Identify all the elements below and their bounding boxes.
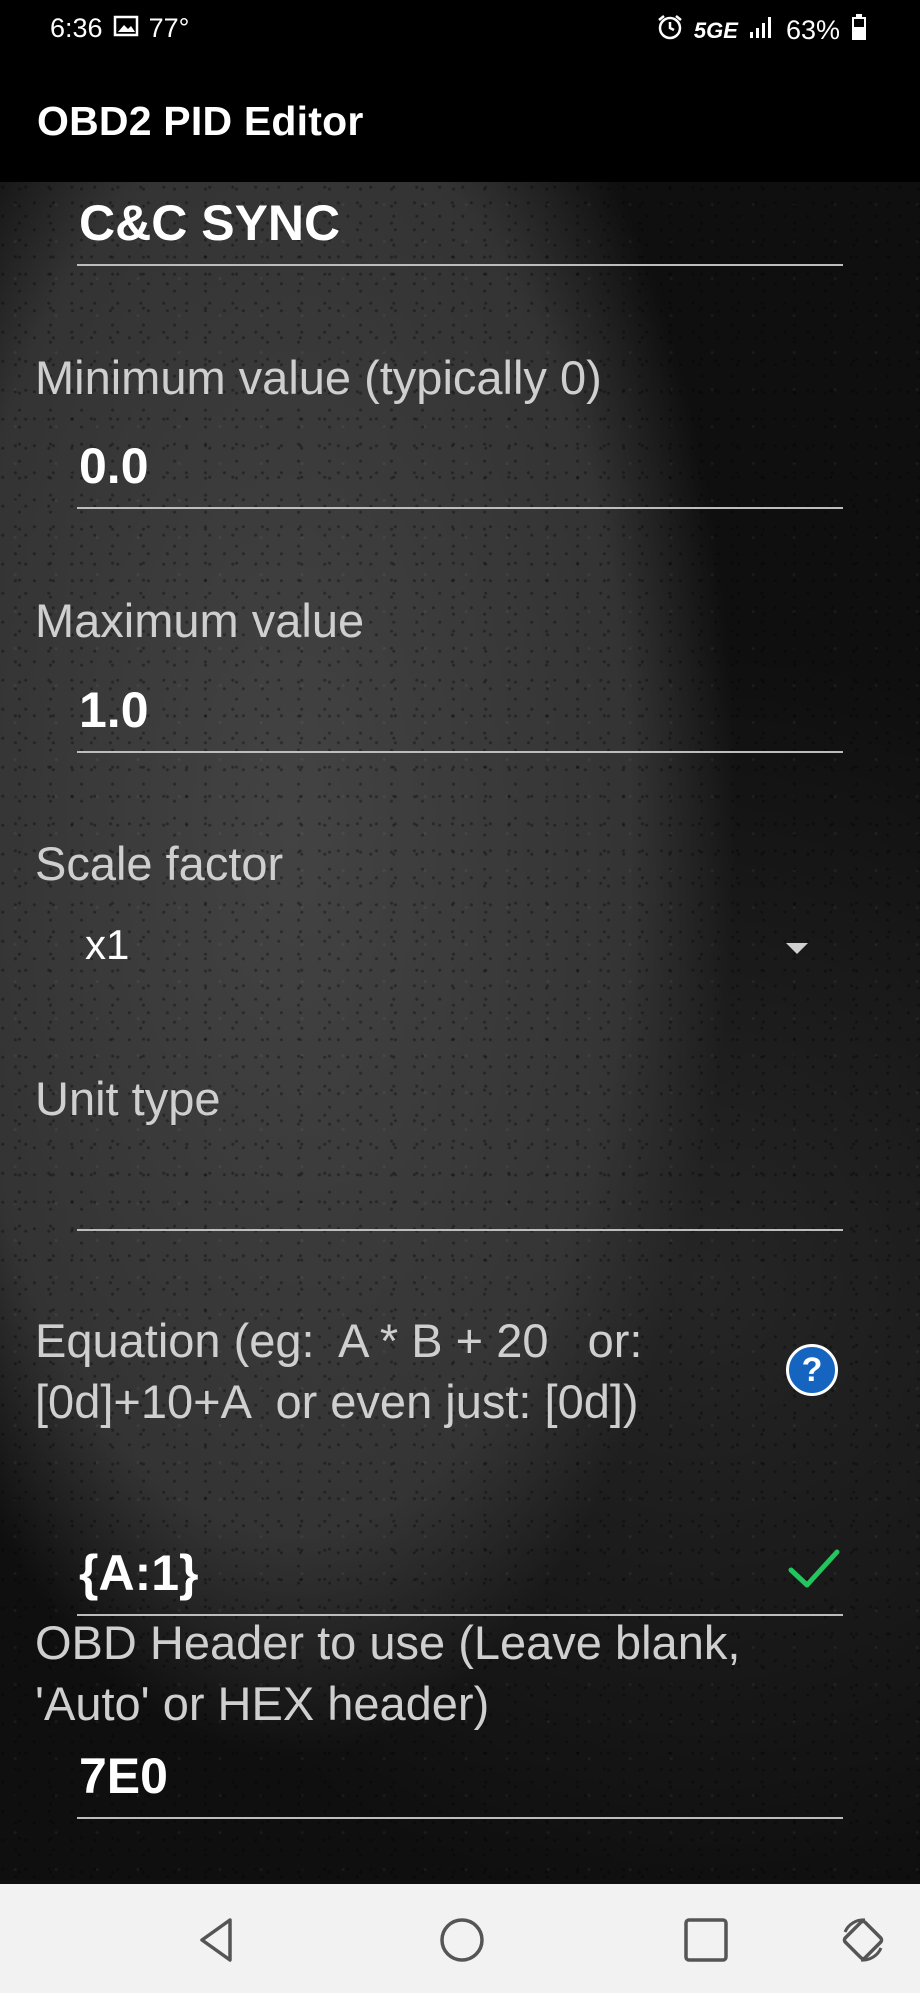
scale-factor-select[interactable]: x1 bbox=[77, 909, 843, 989]
help-icon[interactable]: ? bbox=[786, 1344, 838, 1396]
editor-form: C&C SYNC Minimum value (typically 0) 0.0… bbox=[0, 182, 920, 1884]
scale-factor-label: Scale factor bbox=[35, 837, 284, 890]
scale-factor-value: x1 bbox=[85, 921, 130, 968]
equation-label-line2: [0d]+10+A or even just: [0d]) bbox=[35, 1375, 639, 1428]
obd-header-value: 7E0 bbox=[79, 1748, 168, 1804]
check-icon bbox=[788, 1549, 840, 1588]
max-value-text: 1.0 bbox=[79, 682, 149, 738]
home-icon[interactable] bbox=[434, 1912, 490, 1968]
back-icon[interactable] bbox=[190, 1912, 246, 1968]
battery-percent: 63% bbox=[785, 15, 840, 45]
status-time: 6:36 bbox=[50, 13, 103, 43]
network-type: 5GE bbox=[693, 17, 738, 43]
pid-name-field[interactable]: C&C SYNC bbox=[77, 184, 843, 266]
rotate-icon[interactable] bbox=[835, 1912, 891, 1968]
signal-icon bbox=[748, 14, 776, 47]
min-value-label: Minimum value (typically 0) bbox=[35, 351, 602, 404]
image-icon bbox=[113, 13, 139, 44]
navigation-bar bbox=[0, 1884, 920, 1993]
min-value-text: 0.0 bbox=[79, 438, 149, 494]
max-value-field[interactable]: 1.0 bbox=[77, 671, 843, 753]
unit-type-label: Unit type bbox=[35, 1072, 221, 1125]
recents-icon[interactable] bbox=[678, 1912, 734, 1968]
app-bar: OBD2 PID Editor bbox=[0, 60, 920, 182]
unit-type-field[interactable] bbox=[77, 1149, 843, 1231]
obd-header-label-line1: OBD Header to use (Leave blank, bbox=[35, 1616, 741, 1669]
status-bar: 6:36 77° 5GE 63% bbox=[0, 0, 920, 60]
min-value-field[interactable]: 0.0 bbox=[77, 427, 843, 509]
battery-icon bbox=[850, 13, 868, 48]
equation-value: {A:1} bbox=[79, 1545, 199, 1601]
status-temperature: 77° bbox=[148, 13, 190, 43]
pid-name-value: C&C SYNC bbox=[79, 195, 341, 251]
equation-label: Equation (eg: A * B + 20 or: [0d]+10+A o… bbox=[35, 1310, 643, 1432]
obd-header-label: OBD Header to use (Leave blank, 'Auto' o… bbox=[35, 1612, 740, 1734]
app-title: OBD2 PID Editor bbox=[37, 98, 364, 144]
obd-header-label-line2: 'Auto' or HEX header) bbox=[35, 1677, 490, 1730]
equation-field[interactable]: {A:1} bbox=[77, 1534, 843, 1616]
dropdown-arrow-icon bbox=[786, 943, 808, 954]
alarm-icon bbox=[656, 13, 684, 48]
obd-header-field[interactable]: 7E0 bbox=[77, 1737, 843, 1819]
max-value-label: Maximum value bbox=[35, 594, 365, 647]
equation-label-line1: Equation (eg: A * B + 20 or: bbox=[35, 1314, 643, 1367]
